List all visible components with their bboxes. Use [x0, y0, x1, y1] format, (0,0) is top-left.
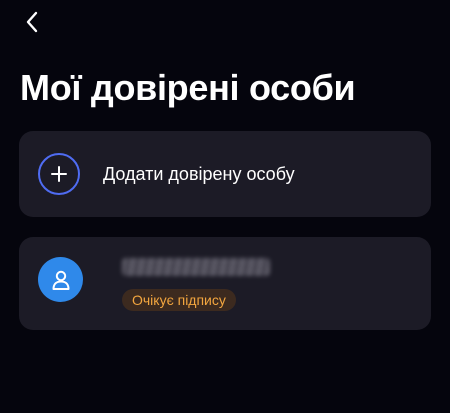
- trusted-person-card[interactable]: Очікує підпису: [19, 237, 431, 330]
- page-title: Мої довірені особи: [20, 67, 356, 108]
- avatar: [38, 257, 83, 302]
- add-trusted-person-button[interactable]: Додати довірену особу: [19, 131, 431, 217]
- add-circle: [38, 153, 80, 195]
- status-badge: Очікує підпису: [122, 289, 236, 311]
- plus-icon: [51, 166, 67, 182]
- add-trusted-person-label: Додати довірену особу: [103, 163, 295, 184]
- person-icon: [52, 270, 69, 290]
- back-button[interactable]: [18, 8, 46, 36]
- redacted-name: [122, 258, 270, 276]
- chevron-left-icon: [26, 11, 38, 33]
